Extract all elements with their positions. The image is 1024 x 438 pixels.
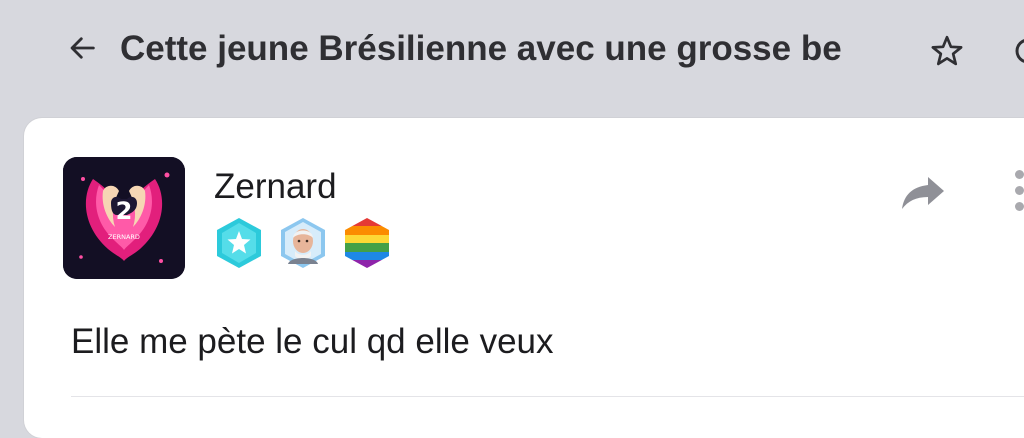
back-button[interactable]: [62, 28, 102, 68]
post-options-button[interactable]: [1004, 168, 1024, 214]
logo-caption: ZERNARD: [108, 233, 140, 241]
share-button[interactable]: [896, 168, 950, 218]
logo-mark: 2: [116, 197, 133, 225]
more-icon: [1015, 39, 1024, 63]
share-arrow-icon: [902, 177, 944, 209]
post-text: Elle me pète le cul qd elle veux: [71, 322, 554, 361]
more-button[interactable]: [1002, 30, 1024, 72]
top-bar: Cette jeune Brésilienne avec une grosse …: [0, 0, 1024, 108]
harold-badge-icon[interactable]: [276, 216, 330, 270]
star-badge-icon[interactable]: [212, 216, 266, 270]
rainbow-badge-icon[interactable]: [340, 216, 394, 270]
badge-list: [212, 216, 394, 272]
post-card: 2 ZERNARD Zernard Elle me pète le cul qd…: [24, 118, 1024, 438]
favorite-button[interactable]: [926, 30, 968, 72]
arrow-left-icon: [70, 37, 95, 59]
vertical-dots-icon-dot: [1015, 186, 1024, 195]
vertical-dots-icon: [1015, 170, 1024, 179]
page-title: Cette jeune Brésilienne avec une grosse …: [120, 29, 842, 68]
star-outline-icon: [931, 35, 963, 66]
vertical-dots-icon-dot: [1015, 202, 1024, 211]
author-name[interactable]: Zernard: [214, 166, 337, 208]
divider: [71, 396, 1024, 397]
zernard-logo: 2 ZERNARD: [63, 157, 185, 279]
author-avatar[interactable]: 2 ZERNARD: [63, 157, 185, 279]
